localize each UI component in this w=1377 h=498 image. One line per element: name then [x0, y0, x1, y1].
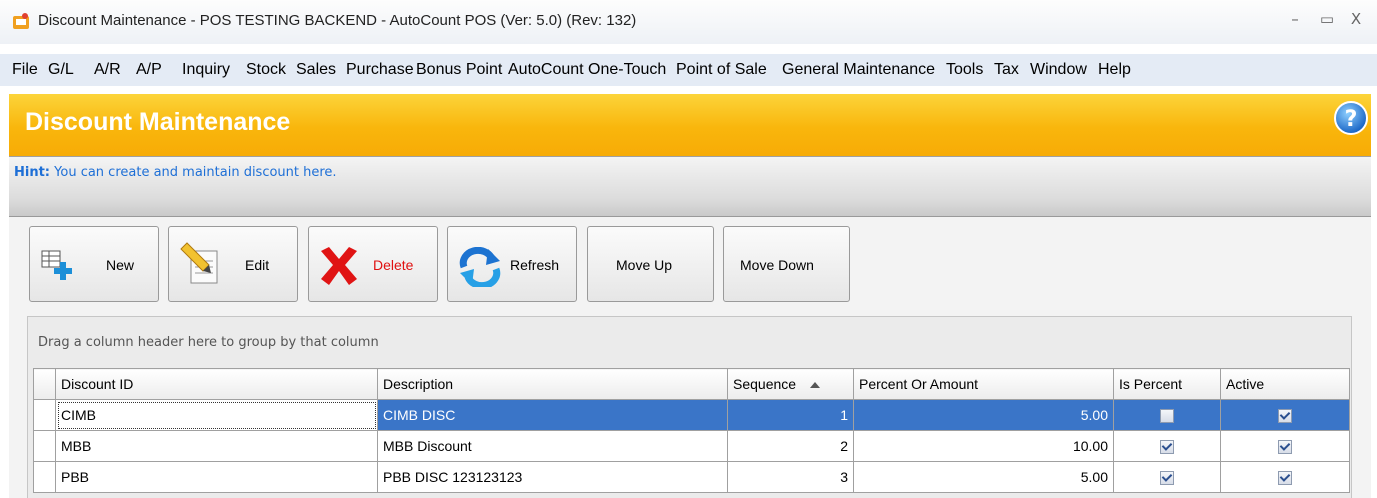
refresh-icon [459, 247, 501, 287]
cell-sequence[interactable]: 2 [727, 430, 854, 462]
menu-bonus-point[interactable]: Bonus Point [416, 61, 502, 79]
column-header-is-percent[interactable]: Is Percent [1113, 368, 1221, 400]
cell-description[interactable]: MBB Discount [377, 430, 728, 462]
window-title: Discount Maintenance - POS TESTING BACKE… [38, 12, 637, 29]
page-banner: Discount Maintenance [9, 94, 1371, 156]
menu-sales[interactable]: Sales [296, 61, 336, 79]
table-row[interactable]: MBB MBB Discount 2 10.00 [33, 430, 1350, 462]
menu-ar[interactable]: A/R [94, 61, 121, 79]
column-header-percent-or-amount[interactable]: Percent Or Amount [853, 368, 1114, 400]
sort-ascending-icon [810, 382, 821, 389]
title-bar: Discount Maintenance - POS TESTING BACKE… [0, 0, 1377, 44]
is-percent-checkbox[interactable] [1160, 409, 1174, 424]
table-row[interactable]: PBB PBB DISC 123123123 3 5.00 [33, 461, 1350, 493]
cell-description[interactable]: CIMB DISC [377, 399, 728, 431]
maximize-button[interactable]: ▭ [1314, 10, 1340, 32]
svg-text:?: ? [1345, 107, 1358, 132]
cell-sequence[interactable]: 1 [727, 399, 854, 431]
minimize-button[interactable]: – [1282, 10, 1308, 32]
cell-discount-id[interactable]: MBB [55, 430, 378, 462]
edit-label: Edit [245, 257, 270, 273]
cell-percent-or-amount[interactable]: 5.00 [853, 399, 1114, 431]
cell-sequence[interactable]: 3 [727, 461, 854, 493]
column-header-sequence[interactable]: Sequence [727, 368, 854, 400]
hint-message: You can create and maintain discount her… [50, 165, 337, 180]
active-checkbox[interactable] [1278, 440, 1292, 455]
discount-grid: Discount ID Description Sequence Percent… [33, 368, 1350, 493]
menu-purchase[interactable]: Purchase [346, 61, 414, 79]
row-indicator: > [33, 399, 56, 431]
cell-discount-id[interactable]: CIMB [55, 399, 378, 431]
menu-tax[interactable]: Tax [994, 61, 1019, 79]
is-percent-checkbox[interactable] [1160, 440, 1174, 455]
edit-icon [180, 242, 218, 284]
menu-help[interactable]: Help [1098, 61, 1131, 79]
cell-active[interactable] [1220, 461, 1350, 493]
cell-description[interactable]: PBB DISC 123123123 [377, 461, 728, 493]
cell-is-percent[interactable] [1113, 399, 1221, 431]
help-icon[interactable]: ? [1333, 100, 1369, 136]
is-percent-checkbox[interactable] [1160, 471, 1174, 486]
new-button[interactable]: New [29, 226, 159, 302]
delete-icon [321, 247, 357, 285]
hint-label: Hint: [14, 165, 51, 180]
cell-percent-or-amount[interactable]: 10.00 [853, 430, 1114, 462]
menu-one-touch[interactable]: AutoCount One-Touch [508, 61, 666, 79]
close-button[interactable]: X [1343, 10, 1369, 32]
column-header-description[interactable]: Description [377, 368, 728, 400]
refresh-label: Refresh [510, 257, 560, 273]
active-checkbox[interactable] [1278, 471, 1292, 486]
cell-active[interactable] [1220, 430, 1350, 462]
cell-active[interactable] [1220, 399, 1350, 431]
menu-inquiry[interactable]: Inquiry [182, 61, 230, 79]
menu-general-maintenance[interactable]: General Maintenance [782, 61, 935, 79]
new-icon [41, 250, 72, 280]
row-indicator-header [33, 368, 56, 400]
hint-text: Hint: You can create and maintain discou… [14, 165, 337, 180]
grid-header-row: Discount ID Description Sequence Percent… [33, 368, 1350, 400]
menu-gl[interactable]: G/L [48, 61, 74, 79]
app-icon [13, 13, 29, 29]
menu-bar: File G/L A/R A/P Inquiry Stock Sales Pur… [0, 54, 1377, 86]
new-label: New [106, 257, 135, 273]
column-header-active[interactable]: Active [1220, 368, 1350, 400]
move-up-button[interactable]: Move Up [587, 226, 714, 302]
menu-file[interactable]: File [12, 61, 38, 79]
hint-bar: Hint: You can create and maintain discou… [9, 156, 1371, 217]
sequence-header-label: Sequence [733, 376, 797, 392]
column-header-discount-id[interactable]: Discount ID [55, 368, 378, 400]
cell-discount-id[interactable]: PBB [55, 461, 378, 493]
move-down-button[interactable]: Move Down [723, 226, 850, 302]
menu-ap[interactable]: A/P [136, 61, 162, 79]
menu-point-of-sale[interactable]: Point of Sale [676, 61, 767, 79]
cell-percent-or-amount[interactable]: 5.00 [853, 461, 1114, 493]
row-indicator [33, 430, 56, 462]
edit-button[interactable]: Edit [168, 226, 298, 302]
move-up-label: Move Up [616, 257, 673, 273]
move-down-label: Move Down [740, 257, 814, 273]
menu-tools[interactable]: Tools [946, 61, 983, 79]
page-title: Discount Maintenance [25, 108, 291, 136]
menu-stock[interactable]: Stock [246, 61, 286, 79]
table-row[interactable]: > CIMB CIMB DISC 1 5.00 [33, 399, 1350, 431]
group-by-hint: Drag a column header here to group by th… [38, 335, 379, 350]
delete-label: Delete [373, 257, 414, 273]
row-indicator [33, 461, 56, 493]
cell-is-percent[interactable] [1113, 461, 1221, 493]
delete-button[interactable]: Delete [308, 226, 438, 302]
menu-window[interactable]: Window [1030, 61, 1087, 79]
cell-is-percent[interactable] [1113, 430, 1221, 462]
refresh-button[interactable]: Refresh [447, 226, 577, 302]
active-checkbox[interactable] [1278, 409, 1292, 424]
